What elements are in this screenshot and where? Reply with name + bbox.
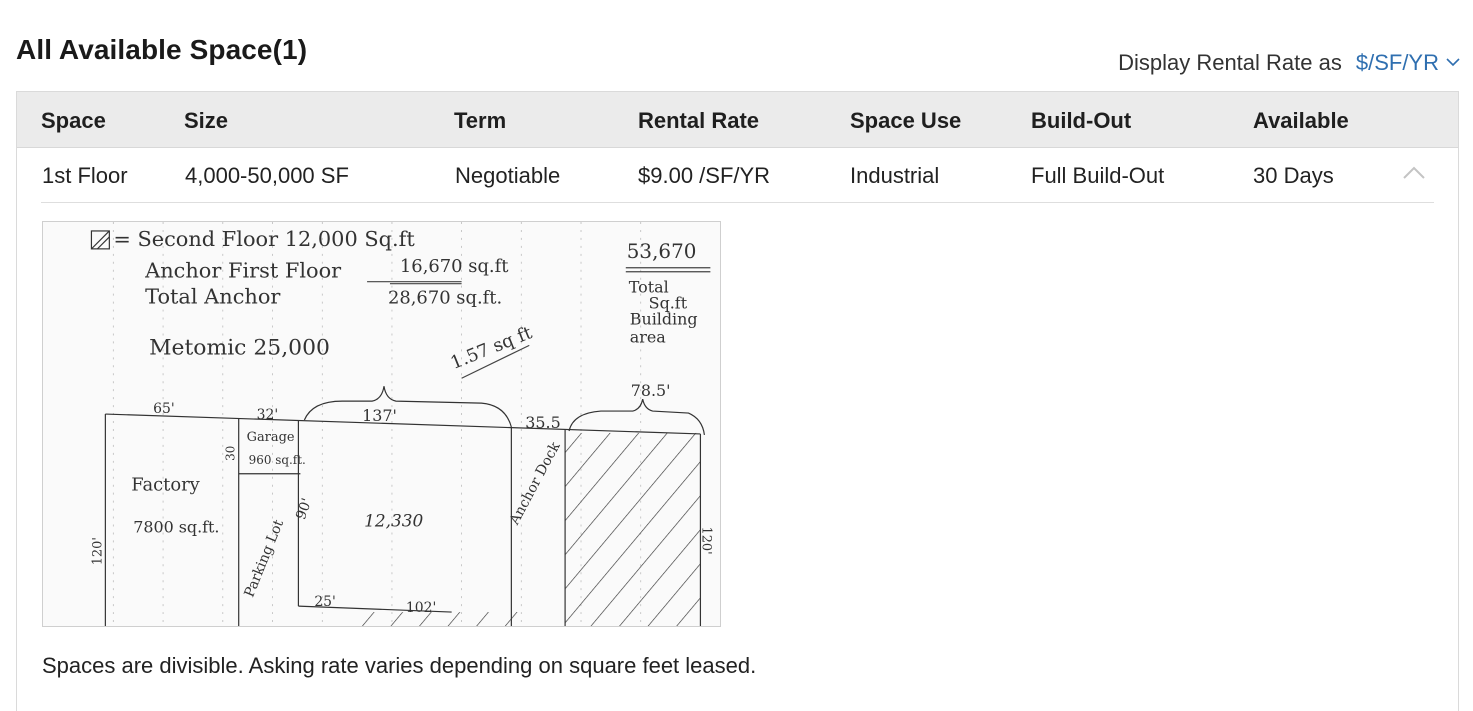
chevron-down-icon <box>1446 58 1460 67</box>
total-anchor-label: Total Anchor <box>145 285 280 309</box>
cell-space-use: Industrial <box>850 163 940 188</box>
rental-rate-display: Display Rental Rate as $/SF/YR <box>1118 50 1461 76</box>
dim-90: 90' <box>293 496 315 522</box>
anchor-dock-label: Anchor Dock <box>506 439 564 528</box>
dim-137: 137' <box>362 406 397 425</box>
table-row[interactable]: 1st Floor 4,000-50,000 SF Negotiable $9.… <box>41 148 1434 203</box>
header-space: Space <box>41 108 106 133</box>
header-size: Size <box>184 108 229 133</box>
cell-space: 1st Floor <box>42 163 128 188</box>
section-title: All Available Space(1) <box>16 34 308 65</box>
rate-sketch-note: 1.57 sq ft <box>448 322 536 374</box>
metomic-label: Metomic 25,000 <box>149 335 330 360</box>
header-available: Available <box>1253 108 1349 133</box>
rate-display-label: Display Rental Rate as <box>1118 50 1342 75</box>
total-line-4: area <box>630 327 667 346</box>
parking-lot-label: Parking Lot <box>242 517 288 600</box>
cell-build-out: Full Build-Out <box>1031 163 1165 188</box>
header-rental-rate: Rental Rate <box>638 108 760 133</box>
dim-32: 32' <box>257 407 279 423</box>
anchor-first-floor-area: 16,670 sq.ft <box>400 256 509 277</box>
header-space-use: Space Use <box>850 108 962 133</box>
cell-size: 4,000-50,000 SF <box>185 163 349 188</box>
rate-unit-dropdown[interactable]: $/SF/YR <box>1356 50 1461 76</box>
available-space-table: Space Size Term Rental Rate Space Use Bu… <box>16 91 1459 711</box>
floor-plan-sketch: = Second Floor 12,000 Sq.ft Anchor First… <box>90 222 713 626</box>
factory-area: 7800 sq.ft. <box>133 517 219 536</box>
factory-label: Factory <box>131 475 200 496</box>
dim-78-5: 78.5' <box>631 381 671 400</box>
garage-area: 960 sq.ft. <box>249 453 306 467</box>
legend-second-floor: = Second Floor 12,000 Sq.ft <box>113 227 415 251</box>
header-term: Term <box>454 108 507 133</box>
anchor-first-floor-label: Anchor First Floor <box>144 259 341 283</box>
header-build-out: Build-Out <box>1031 108 1132 133</box>
center-area: 12,330 <box>364 510 423 530</box>
garage-label: Garage <box>247 430 295 445</box>
chevron-up-icon[interactable] <box>1402 164 1426 182</box>
availability-note: Spaces are divisible. Asking rate varies… <box>42 653 757 678</box>
total-building-area: 53,670 <box>627 240 697 263</box>
dim-65: 65' <box>153 401 175 417</box>
cell-available: 30 Days <box>1253 163 1334 188</box>
total-line-3: Building <box>630 309 698 328</box>
floor-plan-image[interactable]: = Second Floor 12,000 Sq.ft Anchor First… <box>42 221 721 627</box>
table-header: Space Size Term Rental Rate Space Use Bu… <box>17 92 1458 148</box>
dim-120-left: 120' <box>90 537 105 565</box>
rate-unit-value: $/SF/YR <box>1355 50 1439 75</box>
total-anchor-area: 28,670 sq.ft. <box>388 288 502 309</box>
dim-30: 30 <box>224 446 238 461</box>
cell-rental-rate: $9.00 /SF/YR <box>638 163 771 188</box>
cell-term: Negotiable <box>455 163 561 188</box>
